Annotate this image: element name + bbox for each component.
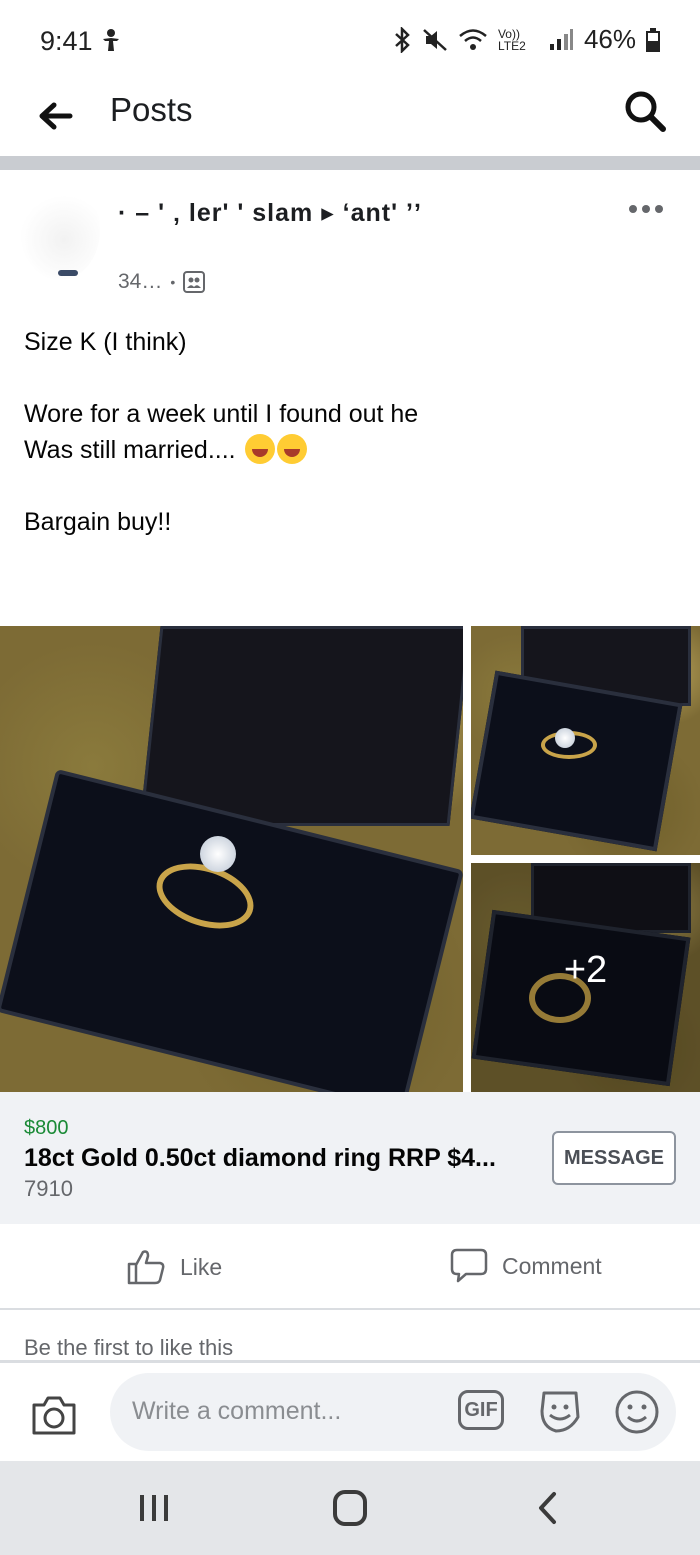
home-icon[interactable] — [333, 1490, 367, 1526]
smiley-icon[interactable] — [614, 1389, 660, 1435]
post-text-line: Bargain buy!! — [24, 508, 172, 536]
listing-price: $800 — [24, 1117, 69, 1139]
comment-button[interactable]: Comment — [450, 1247, 602, 1285]
recent-apps-icon[interactable] — [138, 1493, 170, 1523]
avatar-detail — [58, 270, 78, 276]
like-label: Like — [180, 1253, 223, 1280]
comment-placeholder: Write a comment... — [132, 1397, 342, 1425]
bluetooth-icon — [395, 26, 410, 53]
meta-separator: • — [170, 274, 176, 290]
battery-icon — [646, 27, 660, 52]
sticker-icon[interactable] — [536, 1387, 584, 1435]
back-arrow-icon[interactable] — [36, 96, 76, 136]
tears-of-joy-emoji-icon — [276, 434, 307, 464]
message-button[interactable]: MESSAGE — [552, 1131, 676, 1185]
system-nav-bar — [0, 1461, 700, 1555]
more-options-icon[interactable] — [628, 204, 664, 214]
battery-percent: 46% — [583, 24, 636, 54]
gif-button[interactable]: GIF — [458, 1390, 504, 1430]
page-title: Posts — [110, 91, 193, 128]
status-indicators: Vo)) LTE2 46% — [392, 24, 660, 55]
camera-icon[interactable] — [30, 1393, 78, 1437]
ring-diamond — [555, 728, 575, 748]
like-button[interactable]: Like — [126, 1247, 222, 1287]
listing-code: 7910 — [24, 1176, 73, 1201]
grinning-sweat-emoji-icon — [244, 434, 275, 464]
group-icon — [183, 271, 206, 293]
marketplace-listing[interactable]: $800 18ct Gold 0.50ct diamond ring RRP $… — [0, 1092, 700, 1224]
post-time: 34… — [118, 270, 163, 293]
listing-title[interactable]: 18ct Gold 0.50ct diamond ring RRP $4... — [24, 1144, 496, 1173]
mute-icon — [423, 28, 447, 51]
search-icon[interactable] — [622, 88, 668, 134]
likes-summary: Be the first to like this — [24, 1335, 234, 1360]
comment-label: Comment — [502, 1252, 602, 1279]
post-text: Size K (I think) Wore for a week until I… — [24, 324, 674, 540]
post-text-line-with-emoji: Was still married.... — [24, 432, 674, 468]
header-divider — [0, 156, 700, 170]
ring-diamond — [200, 836, 236, 872]
post-author-line[interactable]: · – ' ‚ ler' ' slam ▸ ‘ant' ’ʼ — [118, 198, 422, 228]
photo-grid: +2 — [0, 626, 700, 1092]
status-bar: 9:41 Vo)) LTE2 46% — [0, 0, 700, 80]
network-label: Vo)) LTE2 — [497, 26, 526, 53]
accessibility-icon — [103, 29, 119, 51]
photo-side-1[interactable] — [471, 626, 700, 855]
avatar[interactable] — [20, 180, 100, 280]
more-photos-overlay[interactable]: +2 — [471, 863, 700, 1092]
post-text-line: Wore for a week until I found out he — [24, 400, 419, 428]
signal-icon — [549, 28, 573, 50]
ring-box-lid — [139, 626, 463, 826]
photo-main[interactable] — [0, 626, 463, 1092]
post-text-line: Was still married.... — [24, 436, 236, 464]
comment-composer: Write a comment... GIF — [0, 1363, 700, 1461]
thumbs-up-icon — [127, 1250, 165, 1285]
app-header: Posts — [0, 80, 700, 158]
post-meta: 34… • — [118, 270, 206, 294]
status-time: 9:41 — [40, 26, 93, 56]
nav-back-icon[interactable] — [536, 1491, 558, 1525]
post-actions: Like Comment — [0, 1225, 700, 1310]
ring-box — [471, 670, 683, 852]
wifi-icon — [459, 28, 487, 50]
speech-bubble-icon — [450, 1248, 488, 1283]
photo-side-2[interactable]: +2 — [471, 863, 700, 1092]
post-text-line: Size K (I think) — [24, 328, 187, 356]
